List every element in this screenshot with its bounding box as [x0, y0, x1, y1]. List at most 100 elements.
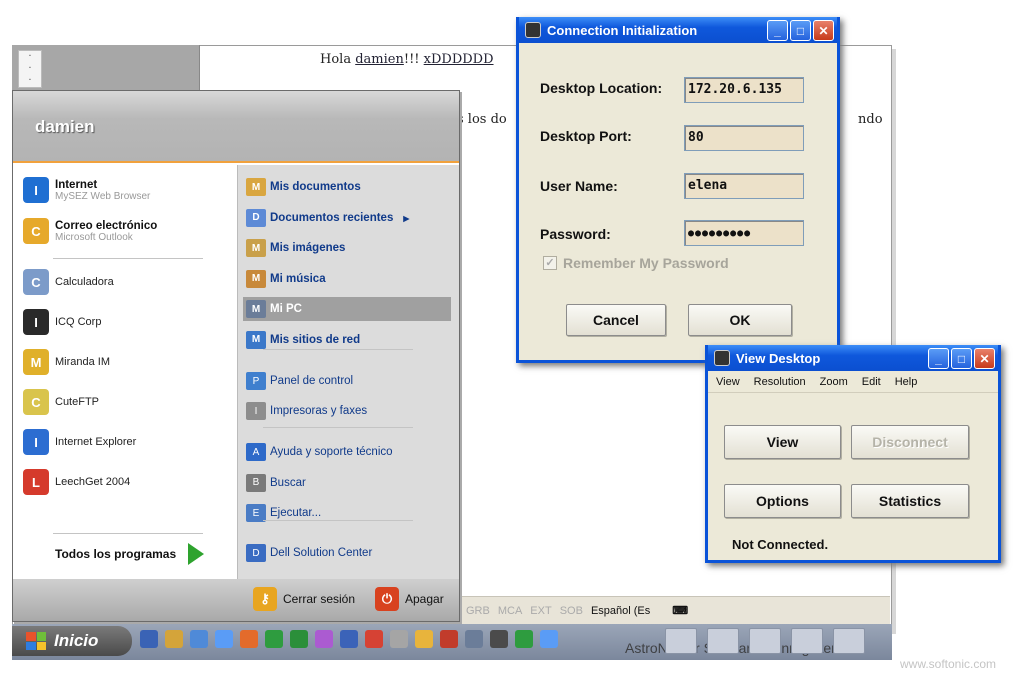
pinned-item-title: Correo electrónico	[55, 219, 158, 232]
quick-launch-icon[interactable]	[515, 630, 533, 648]
place-item[interactable]: M Mis imágenes	[243, 236, 451, 260]
place-item[interactable]: M Mis documentos	[243, 175, 451, 199]
minimize-icon[interactable]: _	[767, 20, 788, 41]
menu-help[interactable]: Help	[895, 376, 918, 388]
ie-e-icon: I	[23, 429, 49, 455]
place-item[interactable]: D Documentos recientes ▸	[243, 206, 451, 230]
program-item-label: ICQ Corp	[55, 316, 102, 328]
menu-view[interactable]: View	[716, 376, 740, 388]
taskbar-window-button[interactable]	[665, 628, 697, 654]
taskbar-window-button[interactable]	[833, 628, 865, 654]
place-item[interactable]: D Dell Solution Center	[243, 541, 451, 565]
place-item[interactable]: P Panel de control	[243, 369, 451, 393]
program-item[interactable]: M Miranda IM	[23, 349, 110, 375]
place-item[interactable]: M Mis sitios de red	[243, 328, 451, 352]
maximize-icon[interactable]: □	[951, 348, 972, 369]
quick-launch-icon[interactable]	[165, 630, 183, 648]
cancel-button[interactable]: Cancel	[566, 304, 666, 336]
place-item-label: Ejecutar...	[270, 507, 322, 519]
program-item-label: CuteFTP	[55, 396, 100, 408]
disconnect-button[interactable]: Disconnect	[851, 425, 969, 459]
cuteftp-icon: C	[23, 389, 49, 415]
quick-launch-icon[interactable]	[540, 630, 558, 648]
statistics-button[interactable]: Statistics	[851, 484, 969, 518]
menu-zoom[interactable]: Zoom	[820, 376, 848, 388]
program-item[interactable]: C CuteFTP	[23, 389, 99, 415]
desktop-location-label: Desktop Location:	[540, 80, 663, 96]
menu-edit[interactable]: Edit	[862, 376, 881, 388]
start-menu-user-name: damien	[35, 117, 95, 136]
password-label: Password:	[540, 226, 611, 242]
background-text-fragment-left: s los do	[457, 112, 507, 127]
quick-launch-tray	[140, 630, 558, 648]
place-item-label: Mis imágenes	[270, 242, 346, 254]
submenu-arrow-icon: ▸	[403, 212, 410, 225]
view-button[interactable]: View	[724, 425, 841, 459]
quick-launch-icon[interactable]	[140, 630, 158, 648]
status-language: Español (Es	[590, 604, 651, 617]
shutdown-button[interactable]: ⏻ Apagar	[375, 587, 444, 611]
separator	[263, 520, 413, 521]
pinned-item[interactable]: I Internet MySEZ Web Browser	[23, 177, 150, 203]
menu-resolution[interactable]: Resolution	[754, 376, 806, 388]
place-item[interactable]: A Ayuda y soporte técnico	[243, 440, 451, 464]
remember-password-checkbox[interactable]: ✓ Remember My Password	[543, 255, 729, 271]
quick-launch-icon[interactable]	[365, 630, 383, 648]
quick-launch-icon[interactable]	[390, 630, 408, 648]
logoff-button[interactable]: ⚷ Cerrar sesión	[253, 587, 355, 611]
all-programs-button[interactable]: Todos los programas	[55, 543, 205, 565]
quick-launch-icon[interactable]	[290, 630, 308, 648]
options-button[interactable]: Options	[724, 484, 841, 518]
pinned-item-text: Correo electrónico Microsoft Outlook	[55, 220, 157, 243]
connection-dialog-titlebar[interactable]: Connection Initialization _ □ ✕	[519, 17, 837, 43]
view-desktop-dialog: View Desktop _ □ ✕ View Resolution Zoom …	[705, 345, 1001, 563]
view-desktop-title: View Desktop	[736, 350, 821, 366]
place-item[interactable]: I Impresoras y faxes	[243, 399, 451, 423]
place-item[interactable]: B Buscar	[243, 471, 451, 495]
checkbox-check-icon: ✓	[543, 256, 557, 270]
pinned-item-text: Internet MySEZ Web Browser	[55, 179, 150, 202]
start-button[interactable]: Inicio	[12, 626, 132, 656]
quick-launch-icon[interactable]	[465, 630, 483, 648]
program-item[interactable]: C Calculadora	[23, 269, 114, 295]
shutdown-label: Apagar	[405, 592, 444, 606]
quick-launch-icon[interactable]	[490, 630, 508, 648]
place-item[interactable]: M Mi PC	[243, 297, 451, 321]
desktop-port-input[interactable]: 80	[684, 125, 804, 151]
pinned-item[interactable]: C Correo electrónico Microsoft Outlook	[23, 218, 157, 244]
password-input[interactable]: ●●●●●●●●●	[684, 220, 804, 246]
close-icon[interactable]: ✕	[974, 348, 995, 369]
place-item[interactable]: E Ejecutar...	[243, 501, 451, 525]
minimize-icon[interactable]: _	[928, 348, 949, 369]
quick-launch-icon[interactable]	[415, 630, 433, 648]
quick-launch-icon[interactable]	[190, 630, 208, 648]
quick-launch-icon[interactable]	[215, 630, 233, 648]
taskbar-window-button[interactable]	[791, 628, 823, 654]
view-desktop-titlebar[interactable]: View Desktop _ □ ✕	[708, 345, 998, 371]
desktop-location-input[interactable]: 172.20.6.135	[684, 77, 804, 103]
background-scroll-control[interactable]: · · ·	[18, 50, 42, 88]
program-item[interactable]: I ICQ Corp	[23, 309, 101, 335]
control-panel-icon: P	[246, 372, 266, 390]
program-item[interactable]: I Internet Explorer	[23, 429, 136, 455]
place-item-label: Mi música	[270, 272, 326, 285]
maximize-icon[interactable]: □	[790, 20, 811, 41]
quick-launch-icon[interactable]	[440, 630, 458, 648]
place-item[interactable]: M Mi música	[243, 267, 451, 291]
ok-button[interactable]: OK	[688, 304, 792, 336]
quick-launch-icon[interactable]	[265, 630, 283, 648]
desktop-port-label: Desktop Port:	[540, 128, 632, 144]
logoff-label: Cerrar sesión	[283, 592, 356, 606]
greeting-smiley: xDDDDDD	[423, 52, 494, 67]
user-name-input[interactable]: elena	[684, 173, 804, 199]
quick-launch-icon[interactable]	[240, 630, 258, 648]
outlook-icon: C	[23, 218, 49, 244]
quick-launch-icon[interactable]	[340, 630, 358, 648]
taskbar-window-button[interactable]	[749, 628, 781, 654]
separator	[53, 258, 203, 259]
quick-launch-icon[interactable]	[315, 630, 333, 648]
program-item[interactable]: L LeechGet 2004	[23, 469, 130, 495]
taskbar-window-button[interactable]	[707, 628, 739, 654]
close-icon[interactable]: ✕	[813, 20, 834, 41]
place-item-label: Panel de control	[270, 375, 354, 387]
